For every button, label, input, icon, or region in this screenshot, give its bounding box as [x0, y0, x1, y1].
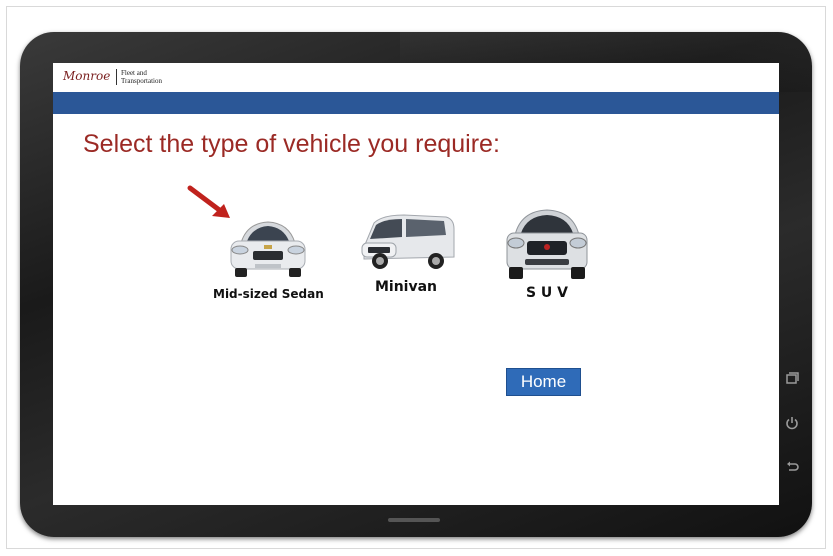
brand-header: Monroe Fleet and Transportation	[53, 63, 779, 92]
brand-divider	[116, 69, 117, 85]
vehicle-label-suv: S U V	[525, 285, 569, 301]
recent-apps-icon[interactable]	[785, 371, 799, 385]
vehicle-label-sedan: Mid-sized Sedan	[213, 287, 324, 301]
vehicle-option-sedan[interactable]: Mid-sized Sedan	[213, 213, 324, 301]
vehicle-option-suv[interactable]: S U V	[495, 205, 599, 301]
tablet-screen: Monroe Fleet and Transportation Select t…	[53, 63, 779, 505]
sedan-image	[230, 221, 306, 277]
brand-subtitle: Fleet and Transportation	[121, 69, 201, 85]
monroe-logo: Monroe	[63, 69, 111, 83]
power-icon[interactable]	[785, 416, 799, 430]
vehicle-label-minivan: Minivan	[374, 279, 438, 295]
page-title: Select the type of vehicle you require:	[83, 130, 500, 158]
vehicle-option-minivan[interactable]: Minivan	[351, 209, 461, 295]
brand-subtitle-line2: Transportation	[121, 77, 162, 85]
blue-header-band	[53, 92, 779, 114]
device-home-bar[interactable]	[388, 518, 440, 522]
suv-image	[506, 209, 588, 279]
brand-subtitle-line1: Fleet and	[121, 69, 147, 77]
red-arrow-icon	[187, 185, 230, 218]
home-button[interactable]: Home	[506, 368, 581, 396]
minivan-image	[361, 214, 455, 269]
back-icon[interactable]	[785, 460, 799, 474]
